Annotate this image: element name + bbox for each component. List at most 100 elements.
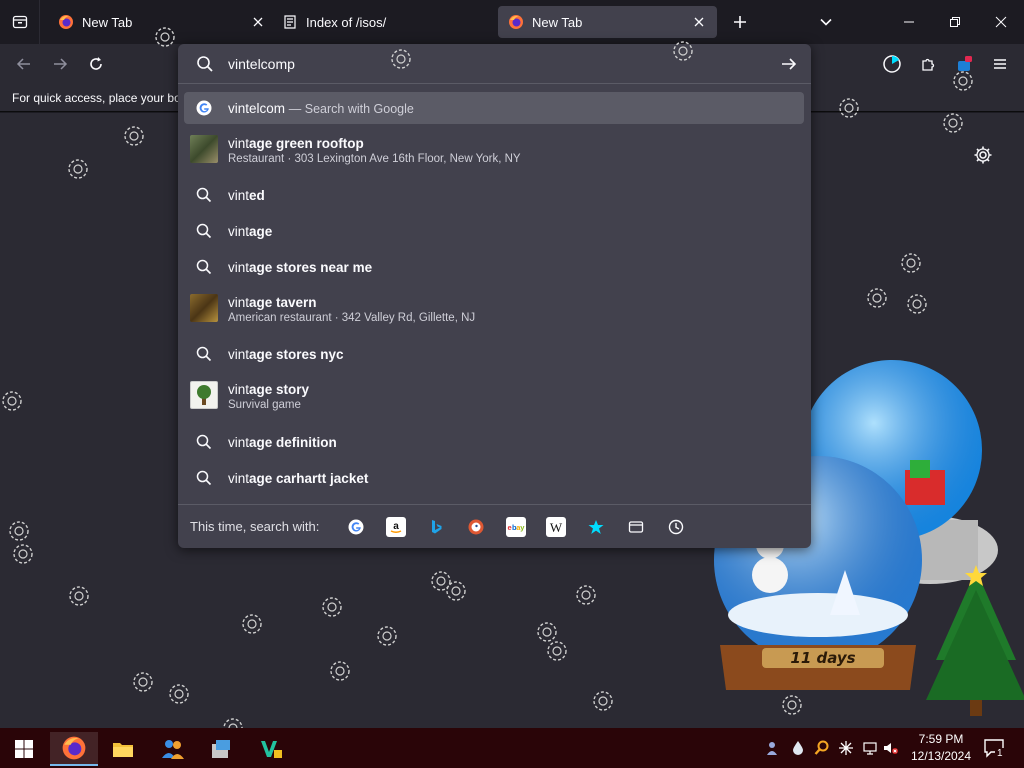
snowflake-icon bbox=[593, 691, 613, 711]
restore-icon bbox=[950, 17, 960, 27]
suggestion-place[interactable]: vintage green rooftop Restaurant · 303 L… bbox=[184, 129, 804, 169]
firefox-icon bbox=[508, 14, 524, 30]
restore-button[interactable] bbox=[943, 10, 967, 34]
suggestion-text: vintelcom bbox=[228, 100, 286, 116]
snowflake-icon bbox=[576, 585, 596, 605]
suggestion-search[interactable]: vintage stores near me bbox=[184, 251, 804, 283]
taskbar-people[interactable] bbox=[153, 732, 193, 766]
suggestion-bold: age carhartt jacket bbox=[249, 470, 369, 486]
extensions-button[interactable] bbox=[916, 52, 940, 76]
snowflake-icon bbox=[901, 253, 921, 273]
suggestion-bold: age bbox=[249, 223, 273, 239]
place-thumbnail bbox=[190, 294, 218, 322]
taskbar-vs[interactable] bbox=[251, 732, 291, 766]
reload-button[interactable] bbox=[84, 52, 108, 76]
snowflake-icon bbox=[322, 597, 342, 617]
suggestion-search-with-google[interactable]: vintelcom — Search with Google bbox=[184, 92, 804, 124]
ebay-icon[interactable]: ebay bbox=[506, 517, 526, 537]
folder-icon bbox=[113, 743, 133, 757]
one-off-label: This time, search with: bbox=[190, 519, 320, 534]
google-icon[interactable] bbox=[346, 517, 366, 537]
bing-icon[interactable] bbox=[426, 517, 446, 537]
list-all-tabs-button[interactable] bbox=[816, 12, 836, 32]
suggestion-search[interactable]: vintage carhartt jacket bbox=[184, 462, 804, 494]
suggestion-subtitle: Survival game bbox=[228, 399, 301, 411]
bookmarks-hint: For quick access, place your bo bbox=[12, 91, 181, 105]
duckduckgo-icon[interactable] bbox=[466, 517, 486, 537]
snowflake-icon bbox=[673, 41, 693, 61]
volume-muted-icon[interactable] bbox=[882, 740, 898, 756]
search-icon bbox=[197, 56, 213, 72]
close-icon[interactable] bbox=[250, 14, 266, 30]
settings-gear-icon[interactable] bbox=[973, 145, 993, 165]
minimize-button[interactable] bbox=[897, 10, 921, 34]
snowflake-icon bbox=[839, 98, 859, 118]
suggestion-place[interactable]: vintage story Survival game bbox=[184, 375, 804, 415]
search-icon bbox=[196, 434, 212, 450]
archive-icon bbox=[282, 14, 298, 30]
network-icon[interactable] bbox=[862, 740, 878, 756]
tab-new-tab-active[interactable]: New Tab bbox=[498, 6, 717, 38]
snowflake-icon bbox=[782, 695, 802, 715]
network-people-icon[interactable] bbox=[766, 740, 782, 756]
snowflake-icon bbox=[133, 672, 153, 692]
suggestion-place[interactable]: vintage tavern American restaurant · 342… bbox=[184, 288, 804, 328]
menu-button[interactable] bbox=[988, 52, 1012, 76]
tab-index-of-isos[interactable]: Index of /isos/ bbox=[253, 6, 492, 38]
history-icon[interactable] bbox=[666, 517, 686, 537]
google-icon bbox=[196, 100, 212, 116]
firefox-icon bbox=[58, 14, 74, 30]
windows-icon bbox=[15, 740, 33, 758]
tabs-icon[interactable] bbox=[626, 517, 646, 537]
snowflake-tray-icon[interactable] bbox=[838, 740, 854, 756]
chevron-down-icon bbox=[820, 18, 832, 26]
close-icon[interactable] bbox=[691, 14, 707, 30]
suggestion-search[interactable]: vinted bbox=[184, 179, 804, 211]
suggestion-prefix: vint bbox=[228, 259, 250, 275]
wikipedia-icon[interactable]: W bbox=[546, 517, 566, 537]
snowflake-icon bbox=[68, 159, 88, 179]
close-window-button[interactable] bbox=[989, 10, 1013, 34]
suggestion-prefix: vint bbox=[228, 136, 250, 151]
tab-title: Index of /isos/ bbox=[306, 14, 387, 30]
suggestion-prefix: vint bbox=[228, 382, 250, 397]
firefox-icon bbox=[62, 736, 86, 760]
snowflake-icon bbox=[2, 391, 22, 411]
extension-button[interactable] bbox=[880, 52, 904, 76]
suggestion-prefix: vint bbox=[228, 434, 250, 450]
taskbar-app[interactable] bbox=[201, 732, 241, 766]
suggestion-search[interactable]: vintage bbox=[184, 215, 804, 247]
go-arrow-icon[interactable] bbox=[780, 55, 798, 73]
taskbar-clock[interactable]: 7:59 PM 12/13/2024 bbox=[906, 731, 976, 765]
forward-button[interactable] bbox=[48, 52, 72, 76]
reload-icon bbox=[90, 57, 102, 70]
snowflake-icon bbox=[242, 614, 262, 634]
new-tab-button[interactable] bbox=[730, 12, 750, 32]
suggestion-search[interactable]: vintage definition bbox=[184, 426, 804, 458]
back-arrow-icon bbox=[16, 58, 30, 70]
amazon-icon[interactable]: a bbox=[386, 517, 406, 537]
bookmarks-icon[interactable] bbox=[586, 517, 606, 537]
firefox-view-button[interactable] bbox=[0, 0, 40, 44]
search-icon[interactable] bbox=[814, 740, 830, 756]
app-icon bbox=[261, 741, 282, 758]
snowflake-icon bbox=[446, 581, 466, 601]
suggestion-search[interactable]: vintage stores nyc bbox=[184, 338, 804, 370]
back-button[interactable] bbox=[12, 52, 36, 76]
forward-arrow-icon bbox=[54, 58, 68, 70]
snowflake-icon bbox=[377, 626, 397, 646]
snowflake-icon bbox=[124, 126, 144, 146]
taskbar-file-explorer[interactable] bbox=[103, 732, 143, 766]
snowflake-icon bbox=[943, 113, 963, 133]
people-icon bbox=[162, 740, 184, 759]
start-button[interactable] bbox=[4, 732, 44, 766]
dropbox-icon[interactable] bbox=[790, 740, 806, 756]
snowflake-icon bbox=[155, 27, 175, 47]
clock-date: 12/13/2024 bbox=[910, 749, 972, 763]
taskbar-firefox[interactable] bbox=[50, 732, 98, 766]
urlbar-dropdown: vintelcom — Search with Google vintage g… bbox=[178, 44, 811, 548]
firefox-view-icon bbox=[12, 15, 27, 29]
suggestion-subtitle: American restaurant · 342 Valley Rd, Gil… bbox=[228, 312, 476, 324]
suggestion-prefix: vint bbox=[228, 223, 250, 239]
snowflake-icon bbox=[953, 71, 973, 91]
